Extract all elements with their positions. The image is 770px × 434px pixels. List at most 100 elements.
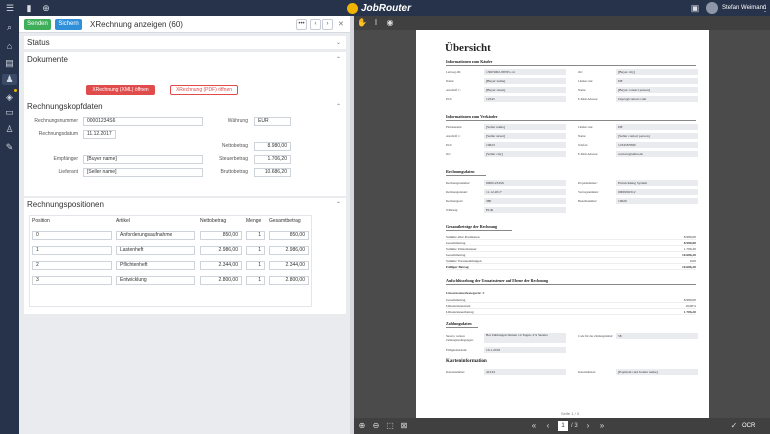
net-field[interactable]: 2.986,00 <box>200 246 242 255</box>
supplier-label: Lieferant <box>58 169 78 175</box>
doc-value: 58 <box>616 333 698 339</box>
document-section-payment: Zahlungsdaten <box>446 321 478 328</box>
next-button[interactable]: › <box>322 19 333 30</box>
position-field[interactable]: 3 <box>32 276 112 285</box>
zoom-out-icon[interactable]: ⊖ <box>371 421 381 431</box>
form-header: Senden Sichern XRechnung anzeigen (60) •… <box>19 16 350 33</box>
total-field[interactable]: 850,00 <box>269 231 309 240</box>
documents-section: Dokumente ⌃ XRechnung (XML) öffnen XRech… <box>24 52 346 102</box>
recipient-field[interactable]: [Buyer name] <box>83 155 203 164</box>
last-page-icon[interactable]: » <box>597 421 607 431</box>
bank-icon[interactable]: ⌂ <box>4 41 15 52</box>
currency-field[interactable]: EUR <box>254 117 291 126</box>
article-field[interactable]: Pflichtenheft <box>116 261 195 270</box>
quantity-field[interactable]: 1 <box>246 261 265 270</box>
fit-width-icon[interactable]: ⬚ <box>385 421 395 431</box>
page-indicator: Seite 1 / 3 <box>561 411 580 416</box>
total-field[interactable]: 2.344,00 <box>269 261 309 270</box>
net-field[interactable]: 2.800,00 <box>200 276 242 285</box>
quantity-field[interactable]: 1 <box>246 231 265 240</box>
page-number-input[interactable]: 1 <box>558 421 568 431</box>
chevron-up-icon[interactable]: ⌃ <box>336 103 341 110</box>
tag-icon[interactable]: ◈ <box>4 92 15 103</box>
supplier-field[interactable]: [Seller name] <box>83 168 203 177</box>
total-field[interactable]: 2.986,00 <box>269 246 309 255</box>
previous-button[interactable]: ‹ <box>310 19 321 30</box>
open-pdf-button[interactable]: XRechnung (PDF) öffnen <box>170 85 238 95</box>
invoice-date-label: Rechnungsdatum <box>38 131 78 137</box>
doc-label: Rechnungsart: <box>446 199 464 203</box>
totals-label: Gesamtbetrag <box>446 253 466 257</box>
status-section[interactable]: Status ⌄ <box>24 36 346 49</box>
position-field[interactable]: 0 <box>32 231 112 240</box>
clipboard-icon[interactable]: ▣ <box>690 3 700 13</box>
doc-label: Name: <box>446 79 454 83</box>
vat-row: Umsatzsteuerbetrag 1.706,20 <box>446 309 696 315</box>
ocr-button[interactable]: OCR <box>742 421 755 431</box>
doc-label: Währung: <box>446 208 458 212</box>
first-page-icon[interactable]: « <box>529 421 539 431</box>
inbox-icon[interactable]: ▤ <box>4 58 15 69</box>
previous-page-icon[interactable]: ‹ <box>543 421 553 431</box>
tax-amount-field[interactable]: 1.706,20 <box>254 155 291 164</box>
chevron-up-icon[interactable]: ⌃ <box>336 201 341 208</box>
section-title-invoice-head: Rechnungskopfdaten <box>27 102 103 111</box>
doc-value: [Buyer street] <box>484 87 566 93</box>
bookmark-icon[interactable]: ▮ <box>24 3 34 13</box>
next-page-icon[interactable]: › <box>583 421 593 431</box>
doc-label: Skonto; weitere Zahlungsbedingungen: <box>446 334 474 342</box>
user-settings-icon[interactable]: ♙ <box>4 124 15 135</box>
zoom-in-icon[interactable]: ⊕ <box>357 421 367 431</box>
article-field[interactable]: Entwicklung <box>116 276 195 285</box>
chevron-up-icon[interactable]: ⌃ <box>336 56 341 63</box>
menu-icon[interactable]: ☰ <box>5 3 15 13</box>
gross-amount-field[interactable]: 10.686,20 <box>254 168 291 177</box>
save-button[interactable]: Sichern <box>55 19 82 30</box>
chevron-down-icon[interactable]: ⌄ <box>336 39 341 46</box>
doc-label: Firmenname: <box>446 125 462 129</box>
quantity-field[interactable]: 1 <box>246 246 265 255</box>
search-icon[interactable]: ⌕ <box>4 22 15 33</box>
text-select-icon[interactable]: I <box>371 18 381 28</box>
net-field[interactable]: 2.344,00 <box>200 261 242 270</box>
article-field[interactable]: Lastenheft <box>116 246 195 255</box>
doc-value: 11.12.2017 <box>484 189 566 195</box>
close-button[interactable]: ✕ <box>338 19 344 30</box>
invoice-date-field[interactable]: 11.12.2017 <box>83 130 116 139</box>
folder-icon[interactable]: ▭ <box>4 107 15 118</box>
wrench-icon[interactable]: ✎ <box>4 142 15 153</box>
doc-value: contact@seller.de <box>616 151 698 157</box>
quantity-field[interactable]: 1 <box>246 276 265 285</box>
doc-value: [Seller contact person] <box>616 133 698 139</box>
doc-label: Name: <box>578 134 586 138</box>
doc-value: [Payment card holder name] <box>616 369 698 375</box>
totals-row: Fälliger Betrag 10.686,20 <box>446 264 696 270</box>
net-amount-field[interactable]: 8.980,00 <box>254 142 291 151</box>
position-field[interactable]: 1 <box>32 246 112 255</box>
user-icon[interactable]: ♟ <box>2 74 17 85</box>
doc-label: PLZ: <box>446 143 453 147</box>
add-icon[interactable]: ⊕ <box>41 3 51 13</box>
totals-value: 10.686,20 <box>682 265 696 269</box>
eye-icon[interactable]: ◉ <box>385 18 395 28</box>
doc-label: Projektnummer: <box>578 181 598 185</box>
more-vertical-icon[interactable]: ⋮ <box>760 3 770 13</box>
fit-page-icon[interactable]: ⊠ <box>399 421 409 431</box>
doc-value: DE <box>616 78 698 84</box>
doc-label: Anschrift 1: <box>446 134 461 138</box>
open-xml-button[interactable]: XRechnung (XML) öffnen <box>86 85 155 95</box>
user-menu[interactable]: Stefan Weimann <box>706 2 766 14</box>
doc-value: 10620 <box>616 198 698 204</box>
position-field[interactable]: 2 <box>32 261 112 270</box>
send-button[interactable]: Senden <box>24 19 51 30</box>
document-viewer: ✋ I ◉ Übersicht Informationen zum Käufer… <box>354 16 770 434</box>
totals-label: Summe aller Positionen <box>446 235 480 239</box>
doc-value: 13003002-98765-14 <box>484 69 566 75</box>
article-field[interactable]: Anforderungsaufnahme <box>116 231 195 240</box>
invoice-number-field[interactable]: 00001234S6 <box>83 117 203 126</box>
total-field[interactable]: 2.800,00 <box>269 276 309 285</box>
more-actions-button[interactable]: ••• <box>296 19 307 30</box>
doc-value: 1234567890 <box>616 142 698 148</box>
net-field[interactable]: 850,00 <box>200 231 242 240</box>
hand-tool-icon[interactable]: ✋ <box>357 18 367 28</box>
